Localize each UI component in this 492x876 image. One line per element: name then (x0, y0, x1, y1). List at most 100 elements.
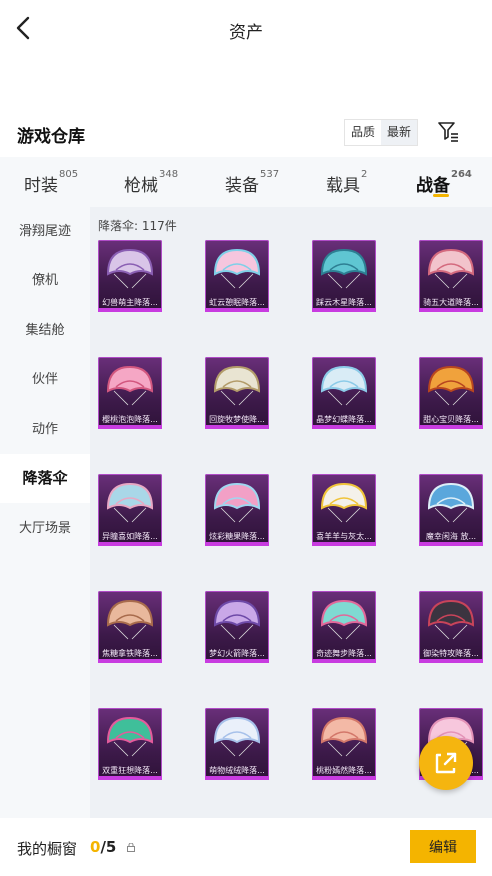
parachute-item-card[interactable]: 炫彩糖果降落... (205, 474, 269, 546)
rarity-stripe (419, 659, 483, 663)
parachute-name: 萌物绒绒降落... (209, 766, 265, 775)
rarity-stripe (419, 308, 483, 312)
rarity-stripe (312, 659, 376, 663)
tab-fashion[interactable]: 时装805 (24, 169, 78, 196)
parachute-item-card[interactable]: 奇迹舞步降落... (312, 591, 376, 663)
parachute-icon (106, 599, 154, 640)
parachute-icon (320, 365, 368, 406)
parachute-item-card[interactable]: 骑五大道降落... (419, 240, 483, 312)
parachute-name: 奇迹舞步降落... (316, 649, 372, 658)
rarity-stripe (98, 425, 162, 429)
parachute-item-card[interactable]: 萌物绒绒降落... (205, 708, 269, 780)
rarity-stripe (312, 308, 376, 312)
sidebar-item-assembly-pod[interactable]: 集结舱 (0, 306, 90, 355)
parachute-icon (320, 599, 368, 640)
parachute-name: 骑五大道降落... (423, 298, 479, 307)
parachute-item-card[interactable]: 焦糖拿铁降落... (98, 591, 162, 663)
parachute-name: 幻兽萌主降落... (102, 298, 158, 307)
parachute-item-card[interactable]: 桃粉嫣然降落... (312, 708, 376, 780)
parachute-item-card[interactable]: 幻兽萌主降落... (98, 240, 162, 312)
top-bar: 资产 (0, 0, 492, 56)
parachute-name: 晶梦幻蝶降落... (316, 415, 372, 424)
category-tabs: 时装805 枪械348 装备537 载具2 战备264 (0, 157, 492, 207)
bottom-bar: 我的橱窗 0/5 编辑 (0, 818, 492, 876)
rarity-stripe (419, 425, 483, 429)
sidebar-item-glide-trail[interactable]: 滑翔尾迹 (0, 207, 90, 256)
parachute-item-card[interactable]: 回旋牧梦使降... (205, 357, 269, 429)
parachute-icon (427, 482, 475, 523)
parachute-icon (106, 716, 154, 757)
filter-icon[interactable] (437, 120, 459, 142)
parachute-item-card[interactable]: 踩云木星降落... (312, 240, 376, 312)
rarity-stripe (312, 776, 376, 780)
parachute-name: 虹云憩眠降落... (209, 298, 265, 307)
rarity-stripe (419, 542, 483, 546)
tab-firearms[interactable]: 枪械348 (124, 169, 178, 196)
rarity-stripe (312, 542, 376, 546)
parachute-name: 樱桃泡泡降落... (102, 415, 158, 424)
page-title: 资产 (229, 23, 263, 43)
sidebar: 滑翔尾迹 僚机 集结舱 伙伴 动作 降落伞 大厅场景 (0, 207, 90, 818)
parachute-name: 梦幻火箭降落... (209, 649, 265, 658)
sidebar-item-action[interactable]: 动作 (0, 405, 90, 454)
parachute-item-card[interactable]: 双重狂想降落... (98, 708, 162, 780)
parachute-icon (213, 365, 261, 406)
rarity-stripe (205, 425, 269, 429)
item-count-label: 降落伞: 117件 (98, 219, 177, 233)
my-showcase-label: 我的橱窗 (17, 840, 78, 858)
parachute-item-card[interactable]: 御染特攻降落... (419, 591, 483, 663)
warehouse-title: 游戏仓库 (17, 127, 85, 147)
parachute-icon (320, 716, 368, 757)
parachute-item-card[interactable]: 魔幸闲海 放... (419, 474, 483, 546)
lock-icon (127, 843, 135, 852)
parachute-item-card[interactable]: 异瞳喜如降落... (98, 474, 162, 546)
parachute-icon (427, 248, 475, 289)
parachute-icon (213, 248, 261, 289)
rarity-stripe (205, 308, 269, 312)
parachute-item-card[interactable]: 晶梦幻蝶降落... (312, 357, 376, 429)
parachute-name: 御染特攻降落... (423, 649, 479, 658)
parachute-icon (320, 482, 368, 523)
tab-battle-prep[interactable]: 战备264 (416, 169, 472, 196)
rarity-stripe (205, 542, 269, 546)
parachute-name: 桃粉嫣然降落... (316, 766, 372, 775)
rarity-stripe (98, 776, 162, 780)
tab-equipment[interactable]: 装备537 (225, 169, 279, 196)
share-button[interactable] (419, 736, 473, 790)
parachute-name: 踩云木星降落... (316, 298, 372, 307)
parachute-icon (427, 365, 475, 406)
parachute-icon (427, 599, 475, 640)
parachute-icon (213, 716, 261, 757)
parachute-icon (213, 482, 261, 523)
sort-latest-button[interactable]: 最新 (381, 120, 418, 145)
showcase-count: 0/5 (90, 838, 117, 856)
rarity-stripe (205, 659, 269, 663)
rarity-stripe (98, 542, 162, 546)
parachute-name: 炫彩糖果降落... (209, 532, 265, 541)
sidebar-item-parachute[interactable]: 降落伞 (0, 454, 90, 503)
rarity-stripe (205, 776, 269, 780)
parachute-name: 魔幸闲海 放... (425, 532, 477, 541)
tab-vehicles[interactable]: 载具2 (326, 169, 367, 196)
parachute-item-card[interactable]: 甜心宝贝降落... (419, 357, 483, 429)
parachute-item-card[interactable]: 喜羊羊与灰太... (312, 474, 376, 546)
parachute-name: 双重狂想降落... (102, 766, 158, 775)
parachute-item-card[interactable]: 虹云憩眠降落... (205, 240, 269, 312)
parachute-icon (106, 248, 154, 289)
parachute-item-card[interactable]: 樱桃泡泡降落... (98, 357, 162, 429)
sort-toggle: 品质 最新 (344, 119, 419, 146)
parachute-name: 回旋牧梦使降... (209, 415, 265, 424)
item-grid-panel: 降落伞: 117件 幻兽萌主降落... 虹云憩眠降落... 踩云木星降落... 骑五大… (90, 207, 492, 818)
active-tab-indicator (433, 194, 449, 197)
parachute-name: 喜羊羊与灰太... (316, 532, 372, 541)
edit-button[interactable]: 编辑 (410, 830, 476, 863)
rarity-stripe (312, 425, 376, 429)
parachute-icon (106, 365, 154, 406)
sort-quality-button[interactable]: 品质 (345, 120, 381, 145)
parachute-item-card[interactable]: 梦幻火箭降落... (205, 591, 269, 663)
sidebar-item-lobby-scene[interactable]: 大厅场景 (0, 504, 90, 553)
sidebar-item-wingman[interactable]: 僚机 (0, 256, 90, 305)
sidebar-item-partner[interactable]: 伙伴 (0, 355, 90, 404)
rarity-stripe (98, 308, 162, 312)
parachute-icon (213, 599, 261, 640)
